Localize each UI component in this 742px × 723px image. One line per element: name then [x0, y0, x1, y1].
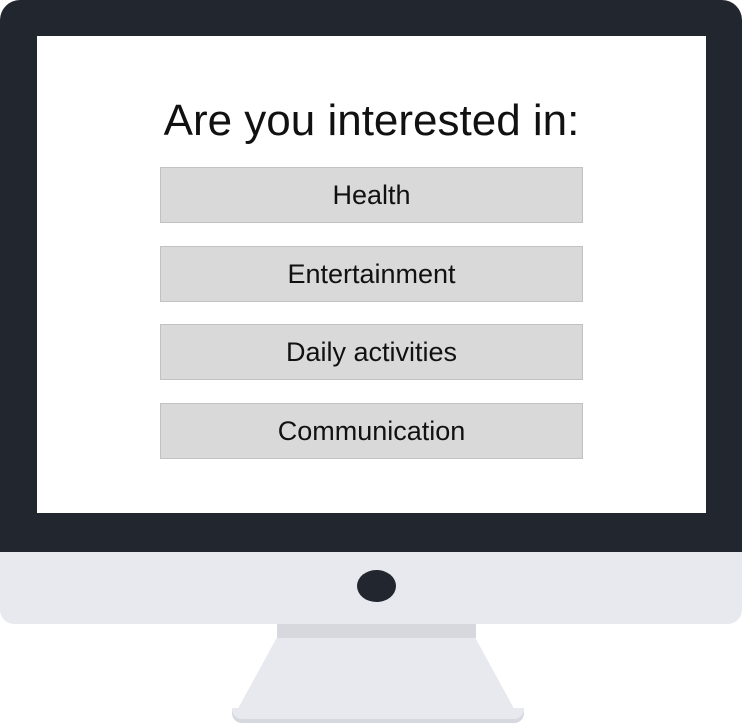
list-item: Health — [160, 167, 583, 223]
option-communication-button[interactable]: Communication — [160, 402, 583, 459]
monitor-stand — [234, 638, 518, 716]
option-daily-activities-button[interactable]: Daily activities — [160, 324, 583, 380]
interest-options-list: Health Entertainment Daily activities Co… — [160, 167, 583, 481]
option-health-button[interactable]: Health — [160, 167, 583, 223]
question-heading: Are you interested in: — [163, 96, 580, 145]
monitor-frame: Are you interested in: Health Entertainm… — [0, 0, 742, 723]
monitor-stand-base — [232, 708, 524, 723]
list-item: Entertainment — [160, 245, 583, 302]
list-item: Communication — [160, 402, 583, 459]
monitor-logo-icon — [357, 570, 396, 602]
option-entertainment-button[interactable]: Entertainment — [160, 245, 583, 302]
monitor-neck — [277, 624, 476, 638]
monitor-screen: Are you interested in: Health Entertainm… — [37, 36, 706, 513]
list-item: Daily activities — [160, 324, 583, 380]
